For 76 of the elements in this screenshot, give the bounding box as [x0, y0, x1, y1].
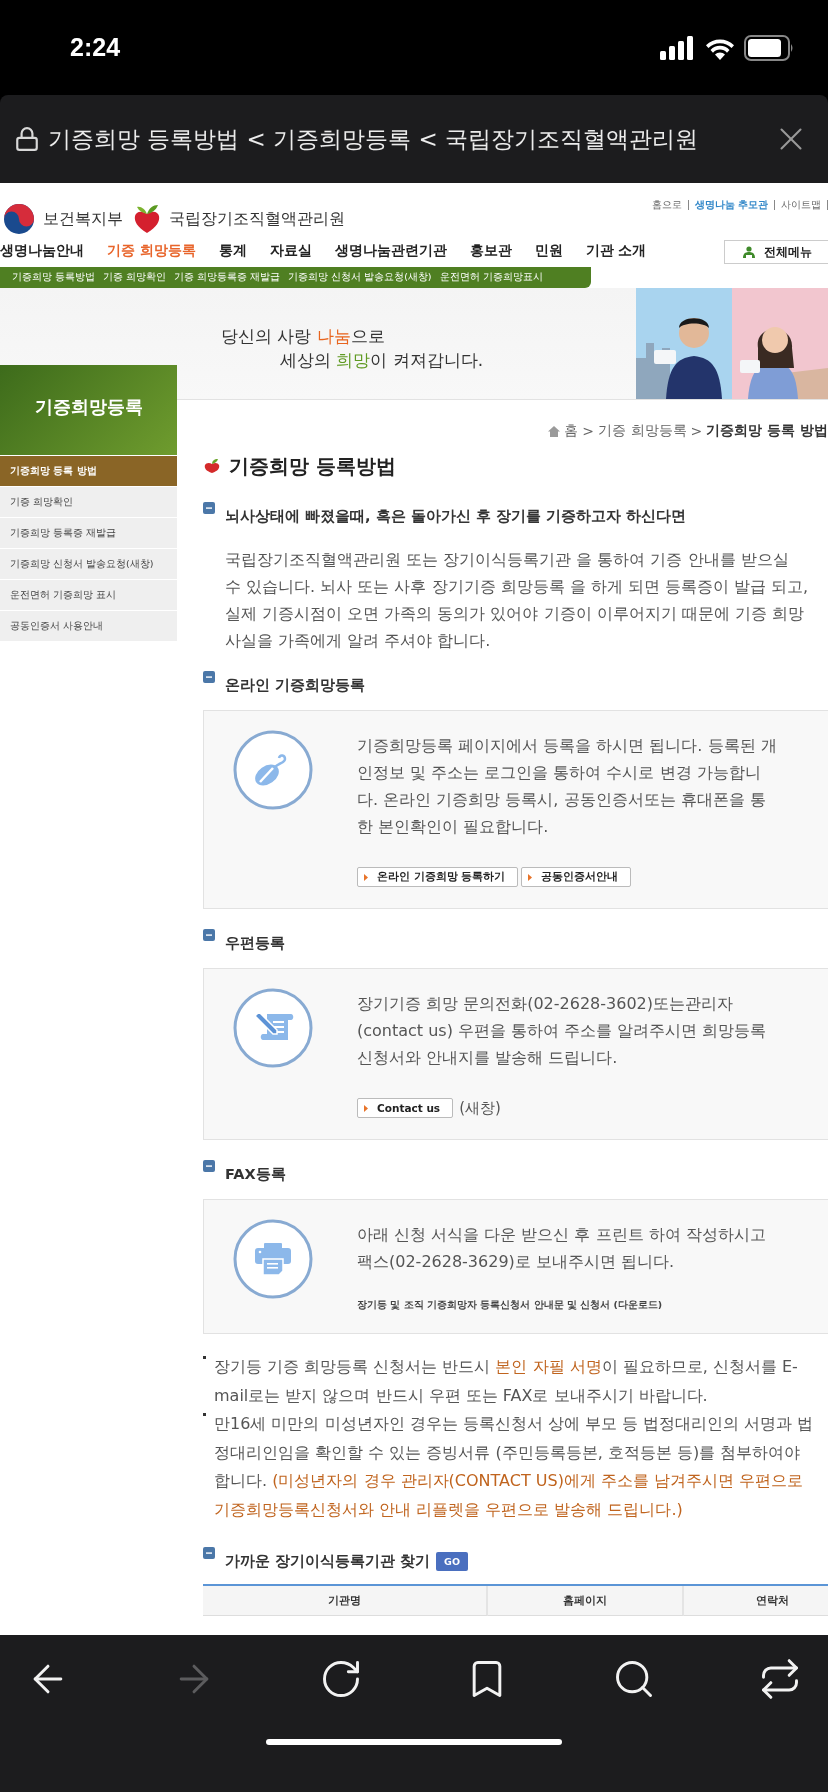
breadcrumb-link[interactable]: 기증 희망등록	[598, 422, 687, 440]
note-text: 장기등 기증 희망등록 신청서는 반드시 본인 자필 서명이 필요하므로, 신청서를 E-mail로는 받지 않으며 반드시 우편 또는 FAX로 보내주시기 바랍니다.	[214, 1356, 799, 1407]
people-icon	[741, 246, 756, 258]
lock-icon	[14, 126, 40, 152]
banner-slogan: 세상의 희망이 켜져갑니다.	[279, 349, 484, 372]
agency-name: 국립장기조직혈액관리원	[169, 208, 345, 230]
clock: 2:24	[70, 33, 121, 62]
sidebar-title: 기증희망등록	[0, 365, 177, 455]
bullet-icon	[203, 1413, 206, 1416]
nav-item[interactable]: 자료실	[269, 242, 312, 260]
sidebar-item[interactable]: 운전면허 기증희망 표시	[0, 580, 177, 610]
printer-icon	[233, 1219, 313, 1299]
section-heading: FAX등록	[225, 1164, 286, 1184]
new-window-note: (새창)	[459, 1098, 501, 1118]
section-heading: 뇌사상태에 빠졌을때, 혹은 돌아가신 후 장기를 기증하고자 하신다면	[225, 506, 686, 526]
square-bullet-icon	[203, 1547, 215, 1559]
nav-item[interactable]: 생명나눔관련기관	[334, 242, 447, 260]
square-bullet-icon	[203, 502, 215, 514]
emblem-icon	[3, 203, 35, 235]
caret-icon	[364, 1104, 368, 1112]
square-bullet-icon	[203, 671, 215, 683]
section-title: 기증희망 등록방법	[229, 452, 396, 480]
bullet-icon	[203, 1356, 206, 1359]
note-text: 만16세 미만의 미성년자인 경우는 등록신청서 상에 부모 등 법정대리인의 서명과 법정대리인임을 확인할 수 있는 증빙서류 (주민등록등본, 호적등본 등)를 첨부하여야 합니다. (미성년자의 경우 관리자(CONTACT US)에게 주소를 남겨주시면 우편으로 기증희망등록신청서와 안내 리플렛을 우편으로 발송해 드립니다.)	[214, 1413, 815, 1521]
battery-icon	[744, 34, 794, 61]
nav-item[interactable]: 홍보관	[469, 242, 512, 260]
page-title: 기증희망 등록방법 < 기증희망등록 < 국립장기조직혈액관리원	[48, 124, 700, 154]
breadcrumb-separator: >	[582, 423, 595, 439]
sidebar-item[interactable]: 기증희망 등록 방법	[0, 456, 177, 486]
paragraph: 기증희망등록 페이지에서 등록을 하시면 됩니다. 등록된 개인정보 및 주소는 로그인을 통하여 수시로 변경 가능합니다. 온라인 기증희망 등록시, 공동인증서또는 휴대폰을 통한 본인확인이 필요합니다.	[357, 735, 778, 838]
sidebar-item[interactable]: 기증희망 신청서 발송요청(새창)	[0, 549, 177, 579]
sub-nav-link[interactable]: 기증희망 신청서 발송요청(새창)	[288, 271, 432, 284]
section-heading: 우편등록	[225, 933, 285, 953]
sub-nav-link[interactable]: 기증희망 등록방법	[12, 271, 96, 284]
square-bullet-icon	[203, 1160, 215, 1172]
mouse-icon	[233, 730, 313, 810]
sidebar-item[interactable]: 기증희망 등록증 재발급	[0, 518, 177, 548]
square-bullet-icon	[203, 929, 215, 941]
sidebar-item[interactable]: 기증 희망확인	[0, 487, 177, 517]
breadcrumb-link[interactable]: 기증희망 등록 방법	[706, 422, 828, 440]
nav-item[interactable]: 민원	[534, 242, 563, 260]
top-link[interactable]: 사이트맵	[775, 200, 828, 210]
link-button[interactable]: Contact us	[357, 1098, 454, 1118]
link-button[interactable]: 온라인 기증희망 등록하기	[357, 867, 519, 887]
paragraph: 국립장기조직혈액관리원 또는 장기이식등록기관 을 통하여 기증 안내를 받으실 수 있습니다. 뇌사 또는 사후 장기기증 희망등록 을 하게 되면 등록증이 발급 되고, 실제 기증시점이 오면 가족의 동의가 있어야 기증이 이루어지기 때문에 기증 희망 사실을 가족에게 알려 주셔야 합니다.	[225, 549, 809, 652]
sub-nav-link[interactable]: 기증 희망확인	[103, 271, 167, 284]
all-menu-button[interactable]: 전체메뉴	[724, 240, 828, 264]
signal-icon	[660, 35, 696, 60]
sub-nav-link[interactable]: 운전면허 기증희망표시	[439, 271, 543, 284]
nav-item[interactable]: 생명나눔안내	[0, 242, 84, 260]
caret-icon	[364, 873, 368, 881]
top-link[interactable]: 홈으로	[645, 200, 689, 210]
top-link[interactable]: 생명나눔 추모관	[688, 200, 775, 210]
home-icon	[548, 425, 561, 437]
column-header: 홈페이지	[488, 1586, 684, 1616]
column-header: 연락처	[684, 1586, 828, 1616]
sidebar-item[interactable]: 공동인증서 사용안내	[0, 611, 177, 641]
nav-item[interactable]: 기관 소개	[585, 242, 647, 260]
column-header: 기관명	[203, 1586, 488, 1616]
paragraph: 아래 신청 서식을 다운 받으신 후 프린트 하여 작성하시고 팩스(02-2628-3629)로 보내주시면 됩니다.	[357, 1224, 767, 1273]
download-link[interactable]: 장기등 및 조직 기증희망자 등록신청서 안내문 및 신청서 (다운로드)	[357, 1299, 663, 1312]
nav-item[interactable]: 통계	[218, 242, 247, 260]
berry-icon	[203, 458, 221, 474]
section-heading: 온라인 기증희망등록	[225, 675, 366, 695]
sub-nav-link[interactable]: 기증 희망등록증 재발급	[174, 271, 281, 284]
paragraph: 장기기증 희망 문의전화(02-2628-3602)또는관리자(contact us) 우편을 통하여 주소를 알려주시면 희망등록신청서와 안내지를 발송해 드립니다.	[357, 993, 768, 1069]
heart-logo-icon	[133, 203, 161, 235]
link-button[interactable]: 공동인증서안내	[521, 867, 632, 887]
section-heading: 가까운 장기이식등록기관 찾기	[225, 1551, 431, 1571]
caret-icon	[528, 873, 533, 881]
go-button[interactable]: GO	[436, 1551, 468, 1571]
breadcrumb-link[interactable]: 홈	[564, 422, 579, 440]
pen-and-scroll-icon	[233, 988, 313, 1068]
ministry-name: 보건복지부	[43, 208, 123, 230]
breadcrumb-separator: >	[690, 423, 703, 439]
banner-slogan: 당신의 사랑 나눔으로	[221, 325, 386, 348]
